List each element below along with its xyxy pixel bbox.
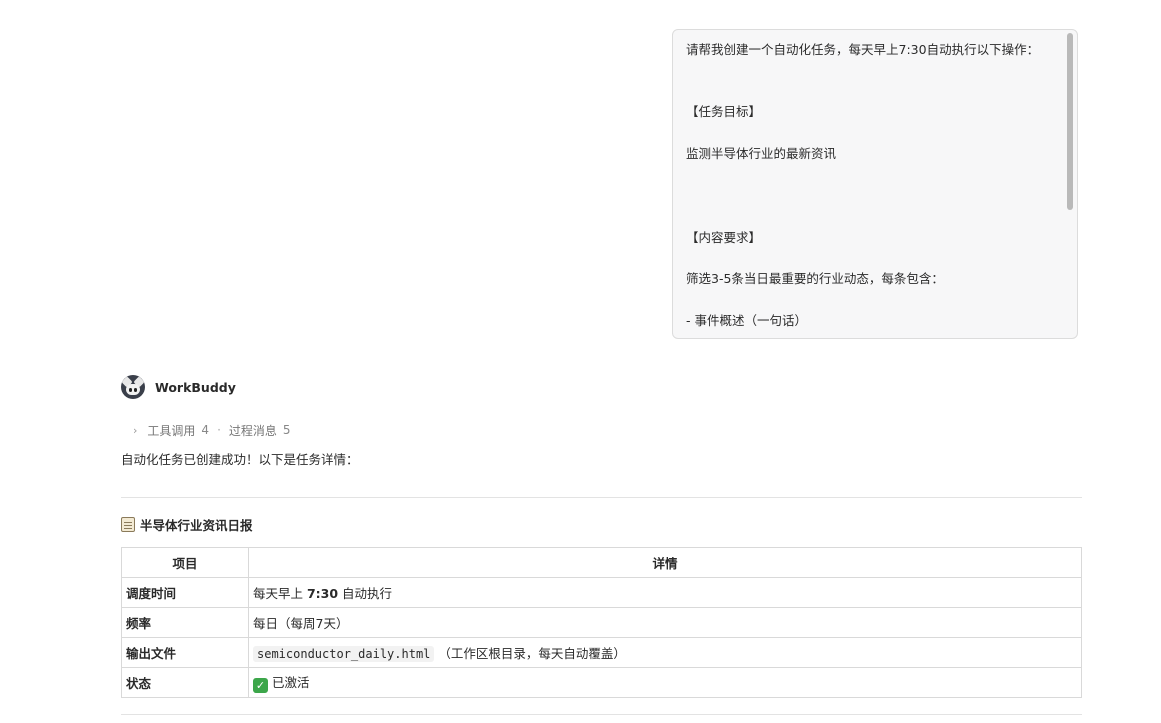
user-message-line: 筛选3-5条当日最重要的行业动态，每条包含： [686, 271, 944, 286]
user-message-line: - 事件概述（一句话） [686, 313, 807, 328]
table-row: 调度时间 每天早上 7:30 自动执行 [121, 577, 1082, 608]
avatar-eye [129, 388, 132, 392]
divider [121, 714, 1082, 715]
table-header-detail: 详情 [248, 547, 1082, 578]
schedule-suffix: 自动执行 [338, 586, 393, 601]
schedule-time: 7:30 [306, 586, 339, 601]
process-messages-label: 过程消息 [228, 423, 277, 438]
table-row-value: 每天早上 7:30 自动执行 [248, 577, 1082, 608]
process-messages-count: 5 [282, 423, 291, 437]
section-title-text: 半导体行业资讯日报 [140, 518, 253, 533]
task-details-table: 项目 详情 调度时间 每天早上 7:30 自动执行 频率 每日（每周7天） 输出… [121, 547, 1082, 698]
avatar [121, 375, 145, 399]
output-file-note: （工作区根目录，每天自动覆盖） [438, 646, 626, 661]
divider [121, 497, 1082, 498]
status-value: 已激活 [272, 675, 310, 690]
process-separator: · [217, 423, 221, 437]
tool-calls-label: 工具调用 [147, 423, 196, 438]
table-header-row: 项目 详情 [121, 547, 1082, 578]
table-row-value: 每日（每周7天） [248, 607, 1082, 638]
table-row-value: semiconductor_daily.html （工作区根目录，每天自动覆盖） [248, 637, 1082, 668]
user-message-bubble: 请帮我创建一个自动化任务，每天早上7:30自动执行以下操作： 【任务目标】 监测… [672, 29, 1078, 339]
chevron-right-icon: › [133, 423, 138, 437]
table-row: 频率 每日（每周7天） [121, 607, 1082, 638]
user-message-line: 【内容要求】 [686, 230, 762, 245]
message-scrollbar-thumb[interactable] [1067, 33, 1073, 210]
avatar-eye [134, 388, 137, 392]
assistant-header: WorkBuddy [121, 375, 236, 399]
table-row-key: 频率 [121, 607, 249, 638]
check-mark-icon: ✓ [253, 678, 268, 693]
schedule-prefix: 每天早上 [253, 586, 307, 601]
table-row-key: 输出文件 [121, 637, 249, 668]
table-row-key: 状态 [121, 667, 249, 698]
assistant-name: WorkBuddy [155, 379, 236, 395]
memo-icon [121, 517, 135, 532]
section-title: 半导体行业资讯日报 [121, 515, 253, 534]
table-row: 状态 ✓ 已激活 [121, 667, 1082, 698]
tool-calls-count: 4 [201, 423, 210, 437]
assistant-intro: 自动化任务已创建成功！以下是任务详情： [121, 452, 359, 467]
message-scrollbar[interactable] [1067, 33, 1073, 335]
process-toggle[interactable]: › 工具调用 4 · 过程消息 5 [133, 421, 291, 439]
output-file-code: semiconductor_daily.html [253, 646, 435, 662]
table-row: 输出文件 semiconductor_daily.html （工作区根目录，每天… [121, 637, 1082, 668]
user-message-line: 【任务目标】 [686, 104, 762, 119]
table-row-key: 调度时间 [121, 577, 249, 608]
user-message-line: 监测半导体行业的最新资讯 [686, 146, 837, 161]
table-row-value: ✓ 已激活 [248, 667, 1082, 698]
table-header-item: 项目 [121, 547, 249, 578]
user-message-line: 请帮我创建一个自动化任务，每天早上7:30自动执行以下操作： [686, 42, 1040, 57]
